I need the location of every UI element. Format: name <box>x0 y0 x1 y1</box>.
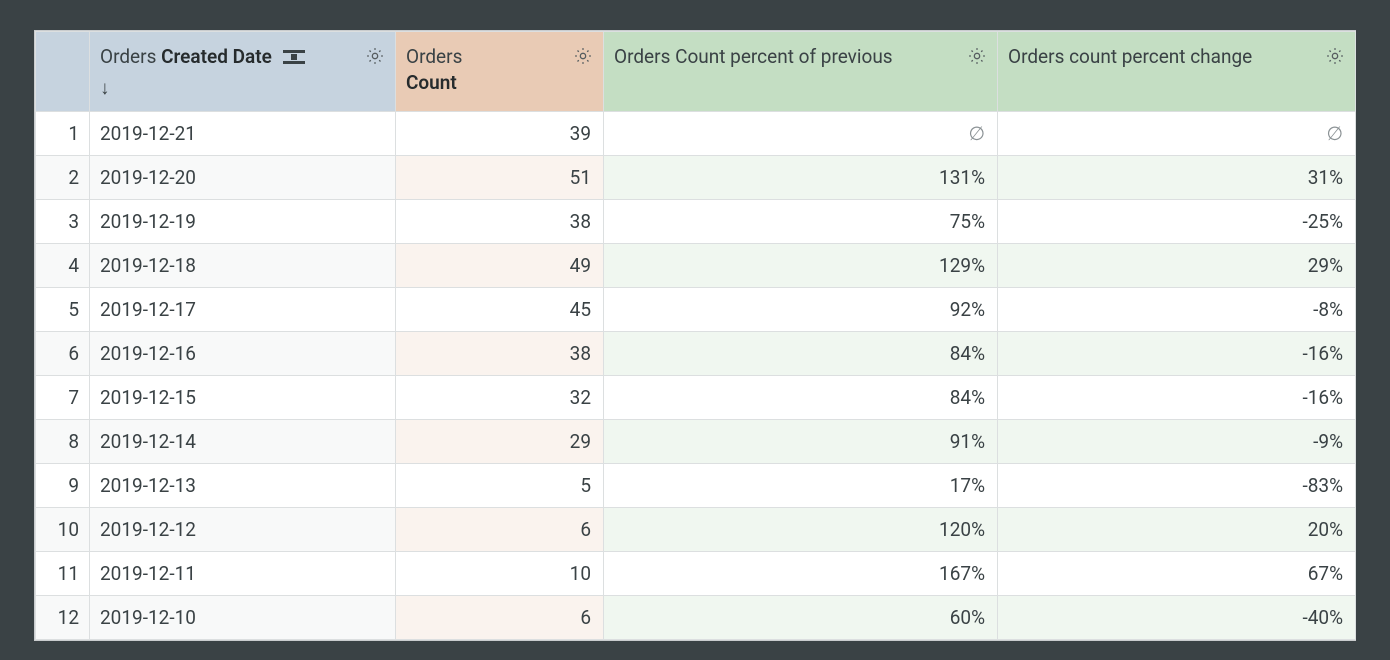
cell-pct-of-previous[interactable]: ∅ <box>604 112 998 156</box>
cell-pct-of-previous[interactable]: 92% <box>604 288 998 332</box>
cell-pct-of-previous[interactable]: 129% <box>604 244 998 288</box>
row-number: 2 <box>36 156 90 200</box>
table-row[interactable]: 92019-12-13517%-83% <box>36 464 1356 508</box>
cell-created-date[interactable]: 2019-12-16 <box>90 332 396 376</box>
table-row[interactable]: 112019-12-1110167%67% <box>36 552 1356 596</box>
cell-pct-change[interactable]: -8% <box>998 288 1356 332</box>
data-table: Orders Created Date ↓ <box>35 31 1356 640</box>
pivot-icon[interactable] <box>283 45 305 71</box>
row-number: 8 <box>36 420 90 464</box>
cell-created-date[interactable]: 2019-12-13 <box>90 464 396 508</box>
cell-pct-change[interactable]: ∅ <box>998 112 1356 156</box>
table-row[interactable]: 22019-12-2051131%31% <box>36 156 1356 200</box>
column-header-pct-of-previous[interactable]: Orders Count percent of previous <box>604 32 998 112</box>
row-number: 9 <box>36 464 90 508</box>
cell-count[interactable]: 39 <box>396 112 604 156</box>
cell-count[interactable]: 6 <box>396 596 604 640</box>
table-row[interactable]: 32019-12-193875%-25% <box>36 200 1356 244</box>
cell-created-date[interactable]: 2019-12-11 <box>90 552 396 596</box>
column-header-pct-change[interactable]: Orders count percent change <box>998 32 1356 112</box>
cell-pct-of-previous[interactable]: 91% <box>604 420 998 464</box>
gear-icon[interactable] <box>967 46 987 66</box>
cell-count[interactable]: 10 <box>396 552 604 596</box>
cell-created-date[interactable]: 2019-12-20 <box>90 156 396 200</box>
header-label: Orders count percent change <box>1008 45 1252 68</box>
gear-icon[interactable] <box>365 46 385 66</box>
row-number: 4 <box>36 244 90 288</box>
cell-count[interactable]: 49 <box>396 244 604 288</box>
table-row[interactable]: 72019-12-153284%-16% <box>36 376 1356 420</box>
row-number: 5 <box>36 288 90 332</box>
cell-pct-change[interactable]: -83% <box>998 464 1356 508</box>
cell-count[interactable]: 51 <box>396 156 604 200</box>
cell-created-date[interactable]: 2019-12-10 <box>90 596 396 640</box>
cell-count[interactable]: 38 <box>396 200 604 244</box>
cell-pct-of-previous[interactable]: 17% <box>604 464 998 508</box>
cell-count[interactable]: 38 <box>396 332 604 376</box>
row-number: 7 <box>36 376 90 420</box>
table-row[interactable]: 62019-12-163884%-16% <box>36 332 1356 376</box>
cell-created-date[interactable]: 2019-12-19 <box>90 200 396 244</box>
cell-pct-of-previous[interactable]: 131% <box>604 156 998 200</box>
table-row[interactable]: 82019-12-142991%-9% <box>36 420 1356 464</box>
row-number: 11 <box>36 552 90 596</box>
cell-created-date[interactable]: 2019-12-18 <box>90 244 396 288</box>
gear-icon[interactable] <box>1325 46 1345 66</box>
cell-pct-change[interactable]: 67% <box>998 552 1356 596</box>
cell-count[interactable]: 32 <box>396 376 604 420</box>
cell-pct-of-previous[interactable]: 84% <box>604 332 998 376</box>
table-row[interactable]: 42019-12-1849129%29% <box>36 244 1356 288</box>
cell-pct-of-previous[interactable]: 60% <box>604 596 998 640</box>
gear-icon[interactable] <box>573 46 593 66</box>
column-header-created-date[interactable]: Orders Created Date ↓ <box>90 32 396 112</box>
table-row[interactable]: 122019-12-10660%-40% <box>36 596 1356 640</box>
header-prefix: Orders <box>100 45 161 68</box>
cell-pct-of-previous[interactable]: 75% <box>604 200 998 244</box>
header-prefix: Orders <box>406 45 462 68</box>
table-row[interactable]: 102019-12-126120%20% <box>36 508 1356 552</box>
cell-pct-change[interactable]: -25% <box>998 200 1356 244</box>
cell-count[interactable]: 29 <box>396 420 604 464</box>
cell-created-date[interactable]: 2019-12-15 <box>90 376 396 420</box>
cell-created-date[interactable]: 2019-12-21 <box>90 112 396 156</box>
row-number-header <box>36 32 90 112</box>
data-table-panel: Orders Created Date ↓ <box>34 30 1356 641</box>
cell-pct-change[interactable]: 31% <box>998 156 1356 200</box>
row-number: 6 <box>36 332 90 376</box>
column-header-count[interactable]: Orders Count <box>396 32 604 112</box>
cell-created-date[interactable]: 2019-12-12 <box>90 508 396 552</box>
cell-pct-of-previous[interactable]: 167% <box>604 552 998 596</box>
cell-pct-change[interactable]: 20% <box>998 508 1356 552</box>
cell-pct-of-previous[interactable]: 120% <box>604 508 998 552</box>
row-number: 10 <box>36 508 90 552</box>
row-number: 1 <box>36 112 90 156</box>
cell-count[interactable]: 45 <box>396 288 604 332</box>
cell-created-date[interactable]: 2019-12-17 <box>90 288 396 332</box>
table-row[interactable]: 12019-12-2139∅∅ <box>36 112 1356 156</box>
cell-count[interactable]: 5 <box>396 464 604 508</box>
header-label: Orders Count percent of previous <box>614 45 893 68</box>
cell-pct-change[interactable]: -40% <box>998 596 1356 640</box>
table-row[interactable]: 52019-12-174592%-8% <box>36 288 1356 332</box>
cell-pct-of-previous[interactable]: 84% <box>604 376 998 420</box>
cell-count[interactable]: 6 <box>396 508 604 552</box>
header-main: Created Date <box>161 45 272 68</box>
cell-pct-change[interactable]: -16% <box>998 332 1356 376</box>
header-main: Count <box>406 71 457 94</box>
cell-pct-change[interactable]: -9% <box>998 420 1356 464</box>
cell-pct-change[interactable]: -16% <box>998 376 1356 420</box>
sort-desc-icon[interactable]: ↓ <box>100 75 305 101</box>
cell-pct-change[interactable]: 29% <box>998 244 1356 288</box>
row-number: 12 <box>36 596 90 640</box>
row-number: 3 <box>36 200 90 244</box>
cell-created-date[interactable]: 2019-12-14 <box>90 420 396 464</box>
